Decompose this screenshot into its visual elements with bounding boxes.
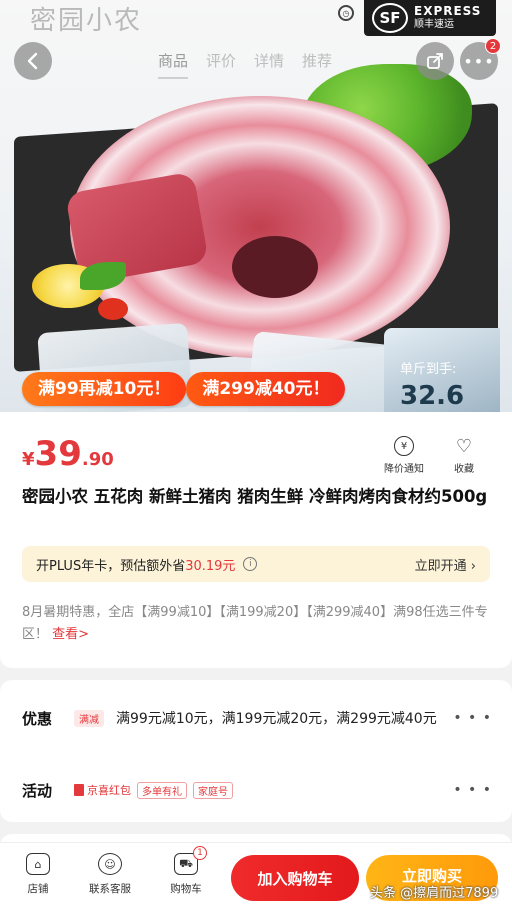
chevron-left-icon: [27, 52, 38, 70]
sf-logo-icon: SF: [372, 3, 408, 33]
price-drop-bell-icon: ¥: [394, 436, 414, 456]
more-button[interactable]: ••• 2: [460, 38, 501, 80]
plus-open-link[interactable]: 立即开通 ›: [415, 555, 476, 574]
brand-watermark: 密园小农: [30, 6, 143, 36]
back-button[interactable]: [14, 42, 52, 80]
red-packet-icon: [74, 784, 84, 796]
discount-label: 优惠: [22, 709, 53, 728]
add-to-cart-button[interactable]: 加入购物车: [231, 855, 359, 901]
unit-price-box: 单斤到手: 32.6: [384, 328, 500, 412]
discount-tag: 满减: [74, 709, 104, 727]
sf-express-badge: SF EXPRESS 顺丰速运: [364, 0, 496, 36]
tab-recommend[interactable]: 推荐: [302, 50, 332, 79]
price-decimal: .90: [81, 449, 114, 470]
cart-badge: 1: [193, 846, 207, 860]
activity-label: 活动: [22, 781, 53, 800]
product-title: 密园小农 五花肉 新鲜土猪肉 猪肉生鲜 冷鲜肉烤肉食材约500g: [22, 487, 488, 506]
more-dots-icon: •••: [463, 51, 495, 71]
source-watermark: 头条 @擦肩而过7899: [370, 886, 499, 901]
tab-product[interactable]: 商品: [158, 50, 189, 79]
promo-banner-2: 满299减40元！: [186, 372, 346, 406]
sf-english-label: EXPRESS: [414, 4, 482, 18]
product-page: 密园小农 ◷ SF EXPRESS 顺丰速运 商品 评价 详情 推荐 ••• 2…: [0, 0, 512, 909]
unit-price-value: 32.6: [400, 381, 465, 411]
shop-label: 店铺: [27, 883, 49, 895]
sf-chinese-label: 顺丰速运: [414, 19, 454, 30]
more-dots-icon[interactable]: • • •: [453, 710, 492, 726]
share-button[interactable]: [416, 42, 454, 80]
customer-service-button[interactable]: ☺ 联系客服: [80, 853, 140, 896]
price-alert-button[interactable]: ¥ 降价通知: [384, 436, 424, 475]
tab-reviews[interactable]: 评价: [206, 50, 236, 79]
shop-icon: ⌂: [26, 853, 50, 875]
cart-icon: ⛟ 1: [174, 846, 207, 875]
tab-details[interactable]: 详情: [254, 50, 284, 79]
heart-icon: ♡: [455, 435, 473, 457]
plus-text: 开PLUS年卡，预估额外省: [36, 558, 186, 574]
chat-face-icon: ☺: [98, 853, 122, 875]
view-more-link[interactable]: 查看>: [52, 627, 89, 642]
favorite-label: 收藏: [454, 464, 474, 475]
promo-banner-1: 满99再减10元！: [22, 372, 187, 406]
price-integer: 39: [34, 434, 82, 474]
customer-service-label: 联系客服: [89, 883, 131, 895]
discount-text: 满99元减10元，满199元减20元，满299元减40元: [116, 711, 437, 727]
unit-price-label: 单斤到手:: [400, 362, 457, 377]
plus-membership-bar[interactable]: 开PLUS年卡，预估额外省 30.19元 i 立即开通 ›: [22, 546, 490, 582]
plus-saving: 30.19元: [185, 558, 236, 574]
promo-description: 8月暑期特惠，全店【满99减10】【满199减20】【满299减40】满98任选…: [22, 602, 492, 646]
info-icon[interactable]: i: [243, 557, 258, 571]
product-info-card: ¥39.90 ¥ 降价通知 ♡ 收藏 密园小农 五花肉 新鲜土猪肉 猪肉生鲜 冷…: [0, 412, 512, 668]
activity-brand: 京喜红包: [87, 784, 131, 797]
price-alert-label: 降价通知: [384, 464, 424, 475]
activity-row[interactable]: 活动 京喜红包 多单有礼 家庭号 • • •: [22, 778, 492, 802]
activity-tag: 多单有礼: [137, 781, 187, 799]
price: ¥39.90: [22, 434, 114, 474]
more-dots-icon[interactable]: • • •: [453, 782, 492, 798]
more-badge: 2: [485, 38, 501, 54]
discount-row[interactable]: 优惠 满减 满99元减10元，满199元减20元，满299元减40元 • • •: [22, 706, 492, 730]
promo-banners: 满99再减10元！ 满299减40元！: [22, 372, 346, 406]
clock-icon: ◷: [338, 5, 354, 21]
price-currency: ¥: [22, 449, 35, 470]
tomato-graphic: [98, 298, 128, 320]
pork-roll-center-graphic: [232, 236, 318, 298]
cart-label: 购物车: [170, 883, 202, 895]
activity-tag: 家庭号: [193, 781, 233, 799]
favorite-button[interactable]: ♡ 收藏: [454, 435, 474, 476]
promo-description-text: 8月暑期特惠，全店【满99减10】【满199减20】【满299减40】满98任选…: [22, 605, 488, 642]
offers-card: 优惠 满减 满99元减10元，满199元减20元，满299元减40元 • • •…: [0, 680, 512, 822]
shop-button[interactable]: ⌂ 店铺: [8, 853, 68, 896]
share-icon: [427, 53, 443, 69]
cart-button[interactable]: ⛟ 1 购物车: [156, 846, 216, 896]
product-hero-image[interactable]: 密园小农 ◷ SF EXPRESS 顺丰速运 商品 评价 详情 推荐 ••• 2…: [0, 0, 512, 412]
section-tabs: 商品 评价 详情 推荐: [158, 50, 332, 79]
